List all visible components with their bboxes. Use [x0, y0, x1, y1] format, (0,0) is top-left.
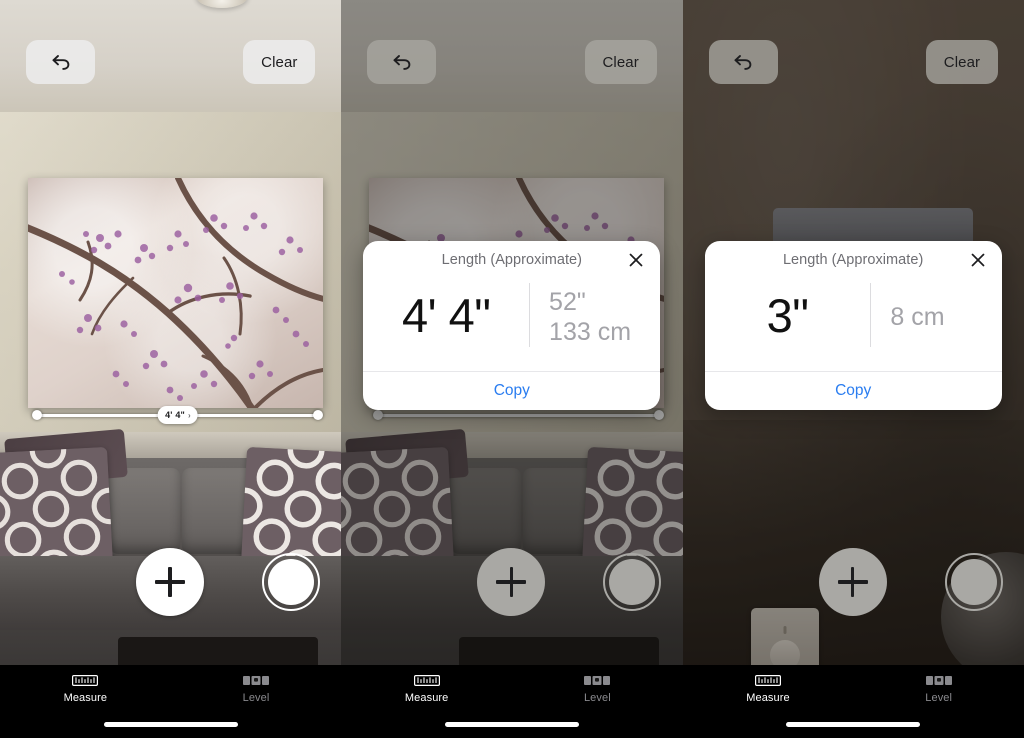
shutter-circle-icon	[609, 559, 656, 605]
camera-viewport-1[interactable]: 4' 4" › Clear	[0, 0, 342, 665]
tab-bar-2: Measure Level	[341, 665, 683, 738]
bottom-controls-3	[683, 548, 1024, 620]
tab-measure-label: Measure	[63, 692, 108, 704]
bottom-controls-1	[0, 548, 341, 620]
length-result-card-3: Length (Approximate) 3" 8 cm Copy	[704, 241, 1002, 410]
tab-measure[interactable]: Measure	[341, 673, 512, 713]
undo-button[interactable]	[26, 40, 95, 84]
cherry-blossom-painting	[28, 178, 323, 408]
shutter-circle-icon	[268, 559, 314, 605]
level-icon	[584, 673, 611, 687]
measurement-line[interactable]: 4' 4" ›	[32, 406, 323, 424]
capture-button[interactable]	[944, 553, 1003, 611]
plus-icon-vertical	[850, 567, 855, 597]
level-icon	[243, 673, 269, 687]
copy-button[interactable]: Copy	[835, 382, 871, 400]
secondary-centimeters: 133 cm	[549, 318, 632, 346]
add-point-button[interactable]	[818, 548, 887, 616]
close-x-icon	[628, 252, 644, 271]
screenshot-root: 4' 4" › Clear Measure Level Clear Length…	[0, 0, 1024, 738]
secondary-measurements: 8 cm	[871, 279, 1001, 355]
secondary-measurements: 52" 133 cm	[530, 279, 660, 355]
ruler-icon	[754, 673, 781, 687]
close-button[interactable]	[967, 250, 989, 272]
camera-viewport-3[interactable]: Clear Length (Approximate) 3" 8 cm Copy	[682, 0, 1024, 665]
home-indicator	[786, 722, 921, 727]
tab-measure-label: Measure	[746, 692, 790, 704]
card-body: 3" 8 cm	[705, 279, 1002, 371]
close-button[interactable]	[625, 250, 647, 272]
tab-measure[interactable]: Measure	[0, 673, 171, 713]
add-point-button[interactable]	[136, 548, 204, 616]
tab-measure[interactable]: Measure	[683, 673, 854, 713]
card-header: Length (Approximate)	[363, 241, 660, 279]
measurement-label-pill[interactable]: 4' 4" ›	[157, 406, 198, 424]
tab-level-label: Level	[242, 692, 270, 704]
top-controls-2: Clear	[341, 36, 682, 88]
card-footer: Copy	[704, 371, 1002, 410]
primary-measurement: 3"	[766, 288, 809, 342]
panel-2-result: Clear Length (Approximate) 4' 4" 52" 133…	[341, 0, 683, 738]
clear-button[interactable]: Clear	[243, 40, 316, 84]
level-icon	[925, 673, 952, 687]
home-indicator	[444, 722, 579, 727]
close-x-icon	[970, 252, 986, 271]
tab-level[interactable]: Level	[512, 673, 683, 713]
undo-button[interactable]	[367, 40, 437, 84]
measurement-value: 4' 4"	[165, 410, 186, 420]
undo-arrow-icon	[731, 49, 755, 76]
ruler-icon	[413, 673, 440, 687]
tab-bar-3: Measure Level	[682, 665, 1024, 738]
capture-button[interactable]	[603, 553, 662, 611]
top-controls-1: Clear	[0, 36, 341, 88]
length-result-card-2: Length (Approximate) 4' 4" 52" 133 cm Co…	[363, 241, 661, 410]
card-title: Length (Approximate)	[782, 252, 924, 268]
tab-measure-label: Measure	[404, 692, 449, 704]
tab-bar-1: Measure Level	[0, 665, 342, 738]
capture-button[interactable]	[262, 553, 320, 611]
panel-3-result: Clear Length (Approximate) 3" 8 cm Copy …	[682, 0, 1024, 738]
panel-1-measuring: 4' 4" › Clear Measure Level	[0, 0, 342, 738]
chevron-right-icon: ›	[188, 410, 191, 420]
add-point-button[interactable]	[477, 548, 546, 616]
tab-level[interactable]: Level	[171, 673, 342, 713]
tab-level-label: Level	[583, 692, 611, 704]
undo-arrow-icon	[49, 49, 73, 76]
shutter-circle-icon	[950, 559, 997, 605]
plus-icon-vertical	[168, 567, 172, 597]
ruler-icon	[72, 673, 99, 687]
plus-icon-vertical	[509, 567, 514, 597]
tab-level[interactable]: Level	[853, 673, 1024, 713]
copy-button[interactable]: Copy	[494, 382, 530, 400]
secondary-inches: 52"	[549, 287, 586, 316]
top-controls-3: Clear	[683, 36, 1024, 88]
camera-viewport-2[interactable]: Clear Length (Approximate) 4' 4" 52" 133…	[341, 0, 683, 665]
secondary-centimeters: 8 cm	[890, 302, 945, 331]
bottom-controls-2	[341, 548, 682, 620]
clear-button[interactable]: Clear	[584, 40, 657, 84]
undo-button[interactable]	[708, 40, 778, 84]
clear-button[interactable]: Clear	[925, 40, 998, 84]
measure-endpoint-left[interactable]	[32, 410, 42, 420]
card-body: 4' 4" 52" 133 cm	[363, 279, 660, 371]
card-title: Length (Approximate)	[441, 252, 583, 268]
undo-arrow-icon	[390, 49, 414, 76]
card-header: Length (Approximate)	[705, 241, 1002, 279]
couch-cushion	[110, 468, 180, 554]
primary-measurement: 4' 4"	[401, 288, 491, 342]
measure-endpoint-right[interactable]	[313, 410, 323, 420]
home-indicator	[103, 722, 238, 727]
card-footer: Copy	[363, 371, 661, 410]
coffee-table	[118, 637, 318, 665]
tab-level-label: Level	[925, 692, 953, 704]
